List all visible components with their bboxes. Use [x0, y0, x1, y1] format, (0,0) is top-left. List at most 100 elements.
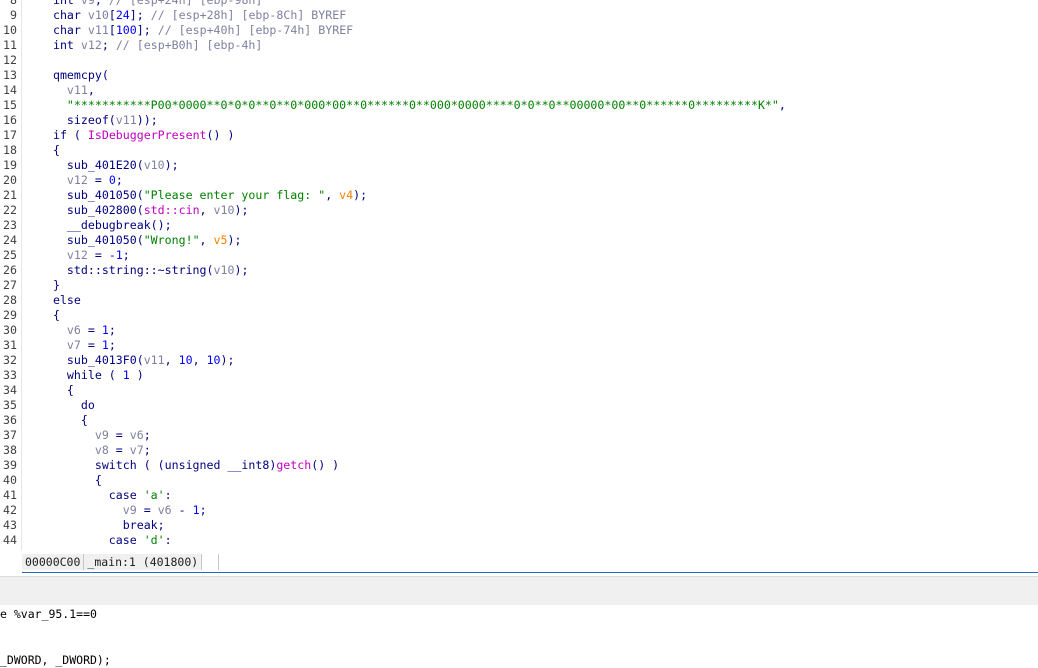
code-line[interactable]: 10 char v11[100]; // [esp+40h] [ebp-74h]… [0, 23, 353, 38]
line-number: 25 [3, 248, 17, 262]
code-line[interactable]: 35 do [0, 398, 95, 413]
code-line[interactable]: 41 case 'a': [0, 488, 172, 503]
code-line[interactable]: 28 else [0, 293, 81, 308]
code-line[interactable]: 44 case 'd': [0, 533, 172, 548]
code-line[interactable]: 32 sub_4013F0(v11, 10, 10); [0, 353, 235, 368]
code-line[interactable]: 43 break; [0, 518, 165, 533]
pseudocode-view[interactable]: 8 int v9; // [esp+24h] [ebp-98h] 9 char v… [0, 0, 1038, 550]
code-text: switch ( (unsigned __int8)getch() ) [39, 458, 340, 472]
code-text: sub_4013F0(v11, 10, 10); [39, 353, 235, 367]
line-number: 35 [3, 398, 17, 412]
line-number: 22 [3, 203, 17, 217]
code-line[interactable]: 23 __debugbreak(); [0, 218, 172, 233]
code-line[interactable]: 21 sub_401050("Please enter your flag: "… [0, 188, 367, 203]
code-text: { [39, 473, 102, 487]
line-number: 32 [3, 353, 17, 367]
code-text: else [39, 293, 81, 307]
line-number: 38 [3, 443, 17, 457]
line-number: 28 [3, 293, 17, 307]
line-number: 12 [3, 53, 17, 67]
code-text: int v9; // [esp+24h] [ebp-98h] [39, 0, 263, 7]
code-text: if ( IsDebuggerPresent() ) [39, 128, 235, 142]
line-number: 13 [3, 68, 17, 82]
code-line[interactable]: 29 { [0, 308, 60, 323]
code-text: int v12; // [esp+B0h] [ebp-4h] [39, 38, 263, 52]
line-number: 42 [3, 503, 17, 517]
code-text: do [39, 398, 95, 412]
code-text: { [39, 308, 60, 322]
line-number: 19 [3, 158, 17, 172]
code-text: v6 = 1; [66, 323, 116, 337]
code-line[interactable]: 42 v9 = v6 - 1; [0, 503, 207, 518]
status-empty-segment [202, 554, 220, 570]
code-line[interactable]: 18 { [0, 143, 60, 158]
code-text: v12 = 0; [66, 173, 123, 187]
code-line[interactable]: 24 sub_401050("Wrong!", v5); [0, 233, 241, 248]
status-underline [22, 572, 1038, 573]
code-line[interactable]: 25 v12 = -1; [0, 248, 130, 263]
line-number: 41 [3, 488, 17, 502]
line-number: 15 [3, 98, 17, 112]
code-text: sizeof(v11)); [39, 113, 158, 127]
code-line[interactable]: 26 std::string::~string(v10); [0, 263, 248, 278]
output-pane[interactable]: e %var_95.1==0 _DWORD, _DWORD); [0, 605, 1038, 668]
code-line[interactable]: 12 [0, 53, 39, 68]
line-number: 27 [3, 278, 17, 292]
line-number: 9 [10, 8, 17, 22]
code-line[interactable]: 39 switch ( (unsigned __int8)getch() ) [0, 458, 339, 473]
line-number: 20 [3, 173, 17, 187]
code-line[interactable]: 22 sub_402800(std::cin, v10); [0, 203, 248, 218]
line-number: 30 [3, 323, 17, 337]
code-text: case 'a': [39, 488, 172, 502]
code-line[interactable]: 17 if ( IsDebuggerPresent() ) [0, 128, 234, 143]
code-line[interactable]: 40 { [0, 473, 102, 488]
code-text: std::string::~string(v10); [39, 263, 249, 277]
line-number: 34 [3, 383, 17, 397]
code-text: char v10[24]; // [esp+28h] [ebp-8Ch] BYR… [39, 8, 347, 22]
line-number: 24 [3, 233, 17, 247]
code-line[interactable]: 13 qmemcpy( [0, 68, 109, 83]
code-text: v7 = 1; [66, 338, 116, 352]
code-text: v8 = v7; [94, 443, 151, 457]
code-line[interactable]: 27 } [0, 278, 60, 293]
code-line[interactable]: 30 v6 = 1; [0, 323, 116, 338]
code-line[interactable]: 20 v12 = 0; [0, 173, 123, 188]
line-number: 26 [3, 263, 17, 277]
line-number: 40 [3, 473, 17, 487]
code-text: qmemcpy( [39, 68, 109, 82]
code-line[interactable]: 11 int v12; // [esp+B0h] [ebp-4h] [0, 38, 262, 53]
line-number: 44 [3, 533, 17, 547]
code-line[interactable]: 9 char v10[24]; // [esp+28h] [ebp-8Ch] B… [0, 8, 346, 23]
code-line[interactable]: 37 v9 = v6; [0, 428, 151, 443]
code-line[interactable]: 36 { [0, 413, 88, 428]
pane-splitter[interactable] [0, 576, 1038, 606]
line-number: 31 [3, 338, 17, 352]
line-number: 16 [3, 113, 17, 127]
line-number: 36 [3, 413, 17, 427]
code-text: { [39, 383, 74, 397]
code-line[interactable]: 8 int v9; // [esp+24h] [ebp-98h] [0, 0, 262, 8]
code-text: "***********P00*0000**0*0*0**0**0*000*00… [66, 98, 786, 112]
code-line[interactable]: 19 sub_401E20(v10); [0, 158, 179, 173]
output-line: e %var_95.1==0 [0, 607, 97, 621]
line-number: 11 [3, 38, 17, 52]
line-number: 17 [3, 128, 17, 142]
code-text: } [39, 278, 60, 292]
code-line[interactable]: 34 { [0, 383, 74, 398]
code-text: v9 = v6; [94, 428, 151, 442]
code-text: sub_401050("Please enter your flag: ", v… [39, 188, 368, 202]
line-number: 39 [3, 458, 17, 472]
code-text: char v11[100]; // [esp+40h] [ebp-74h] BY… [39, 23, 354, 37]
line-number: 8 [10, 0, 17, 7]
code-text: v11, [66, 83, 95, 97]
code-line[interactable]: 16 sizeof(v11)); [0, 113, 158, 128]
code-line[interactable]: 33 while ( 1 ) [0, 368, 144, 383]
line-number: 18 [3, 143, 17, 157]
line-number: 10 [3, 23, 17, 37]
code-line[interactable]: 15 "***********P00*0000**0*0*0**0**0*000… [0, 98, 786, 113]
code-line[interactable]: 14 v11, [0, 83, 95, 98]
code-line[interactable]: 38 v8 = v7; [0, 443, 151, 458]
code-text: v9 = v6 - 1; [122, 503, 207, 517]
code-line[interactable]: 31 v7 = 1; [0, 338, 116, 353]
pseudocode-status-bar: 00000C00 _main:1 (401800) [22, 553, 220, 571]
